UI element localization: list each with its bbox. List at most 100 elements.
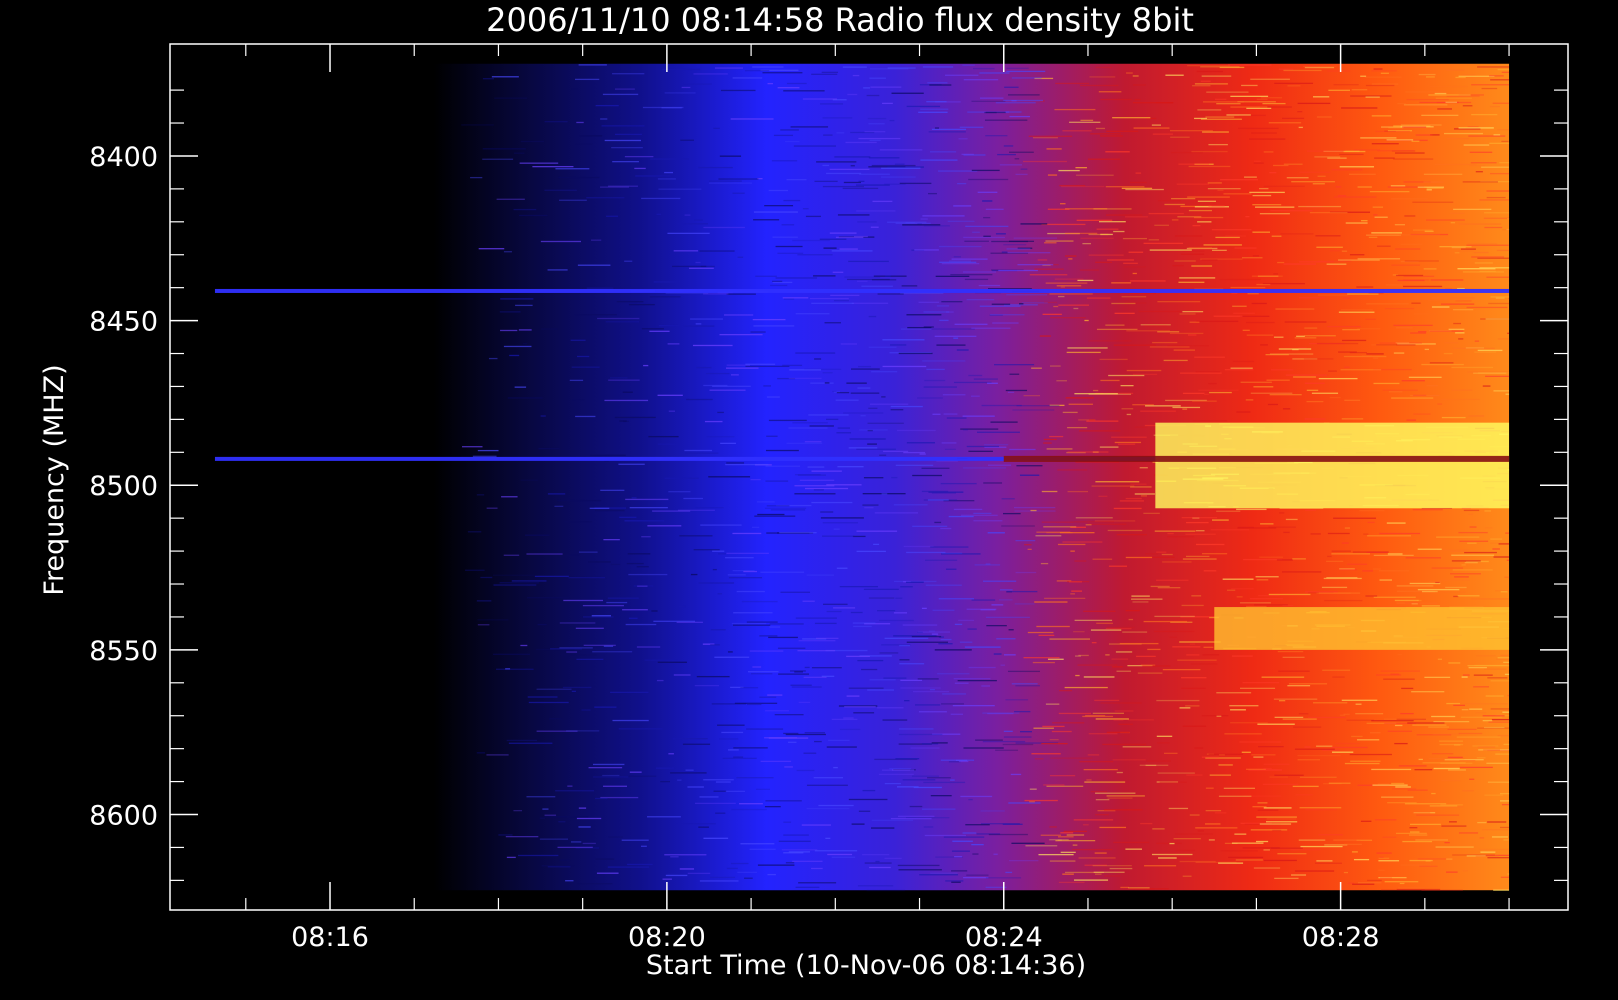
noise-streak [680,139,694,141]
noise-streak [1187,196,1230,198]
noise-streak [477,624,490,626]
noise-streak [1092,865,1132,867]
noise-streak [1306,400,1324,403]
noise-streak [1460,248,1476,250]
noise-streak [919,874,959,876]
noise-streak [1169,636,1177,638]
noise-streak [963,79,999,81]
noise-streak [862,853,890,856]
noise-streak [1278,670,1310,672]
noise-streak [869,679,896,681]
noise-streak [859,429,888,431]
noise-streak [1158,857,1177,859]
noise-streak [1224,369,1254,371]
noise-streak [1230,709,1246,711]
noise-streak [660,780,670,783]
noise-streak [997,153,1016,156]
noise-streak [1241,257,1263,259]
noise-streak [866,889,905,892]
noise-streak [1470,162,1497,164]
noise-streak [1236,596,1243,598]
noise-streak [513,809,523,812]
noise-streak [1023,657,1060,659]
noise-streak [1452,347,1495,350]
noise-streak [1066,351,1101,354]
noise-streak [767,873,776,876]
noise-streak [1280,233,1314,235]
noise-streak [1120,384,1134,387]
noise-streak [846,695,860,697]
noise-streak [984,111,997,114]
noise-streak [880,176,916,178]
noise-streak [869,77,886,79]
noise-streak [1259,556,1283,558]
noise-streak [1170,136,1190,138]
noise-streak [940,482,977,485]
noise-streak [641,197,681,200]
noise-streak [1304,335,1336,337]
noise-streak [1428,726,1450,728]
noise-streak [994,364,1035,366]
noise-streak [679,868,695,870]
noise-streak [1393,324,1433,327]
noise-streak [493,653,530,655]
noise-streak [465,569,485,571]
noise-streak [1075,674,1080,677]
noise-streak [624,155,654,158]
noise-streak [941,262,980,265]
noise-streak [775,277,818,279]
noise-streak [1501,803,1510,806]
noise-streak [1347,293,1379,295]
noise-streak [985,616,1030,619]
noise-streak [1000,664,1006,666]
noise-streak [782,297,809,299]
noise-streak [877,610,896,612]
noise-streak [578,807,587,809]
noise-streak [798,640,836,642]
noise-streak [1351,735,1363,738]
noise-streak [1086,297,1111,299]
noise-streak [753,211,798,213]
noise-streak [1207,182,1222,184]
noise-streak [1376,674,1402,676]
noise-streak [653,281,681,283]
noise-streak [852,535,866,538]
noise-streak [641,536,651,538]
noise-streak [977,191,998,193]
noise-streak [1011,842,1045,844]
noise-streak [1293,376,1316,378]
noise-streak [1008,94,1040,96]
noise-streak [913,786,942,789]
noise-streak [1074,655,1081,657]
noise-streak [1490,680,1510,682]
noise-streak [1113,507,1142,510]
noise-streak [938,170,978,172]
noise-streak [1454,252,1460,254]
noise-streak [1466,306,1508,309]
noise-streak [928,192,937,195]
noise-streak [1436,549,1470,551]
noise-streak [708,476,751,478]
noise-streak [1379,579,1392,581]
noise-streak [1367,535,1412,537]
noise-streak [557,846,593,849]
noise-streak [1343,843,1362,846]
noise-streak [939,261,977,263]
noise-streak [1250,392,1293,394]
noise-streak [1407,789,1428,791]
noise-streak [1490,538,1503,540]
noise-streak [837,214,870,216]
noise-streak [600,118,608,120]
noise-streak [949,260,972,262]
noise-streak [1285,374,1328,376]
noise-streak [863,588,899,591]
noise-streak [1444,342,1459,344]
noise-streak [619,516,637,518]
noise-streak [1249,191,1285,194]
noise-streak [1463,509,1480,512]
noise-streak [1461,564,1466,566]
noise-streak [1296,335,1305,337]
noise-streak [1009,859,1039,862]
noise-streak [871,371,898,373]
noise-streak [879,652,899,654]
